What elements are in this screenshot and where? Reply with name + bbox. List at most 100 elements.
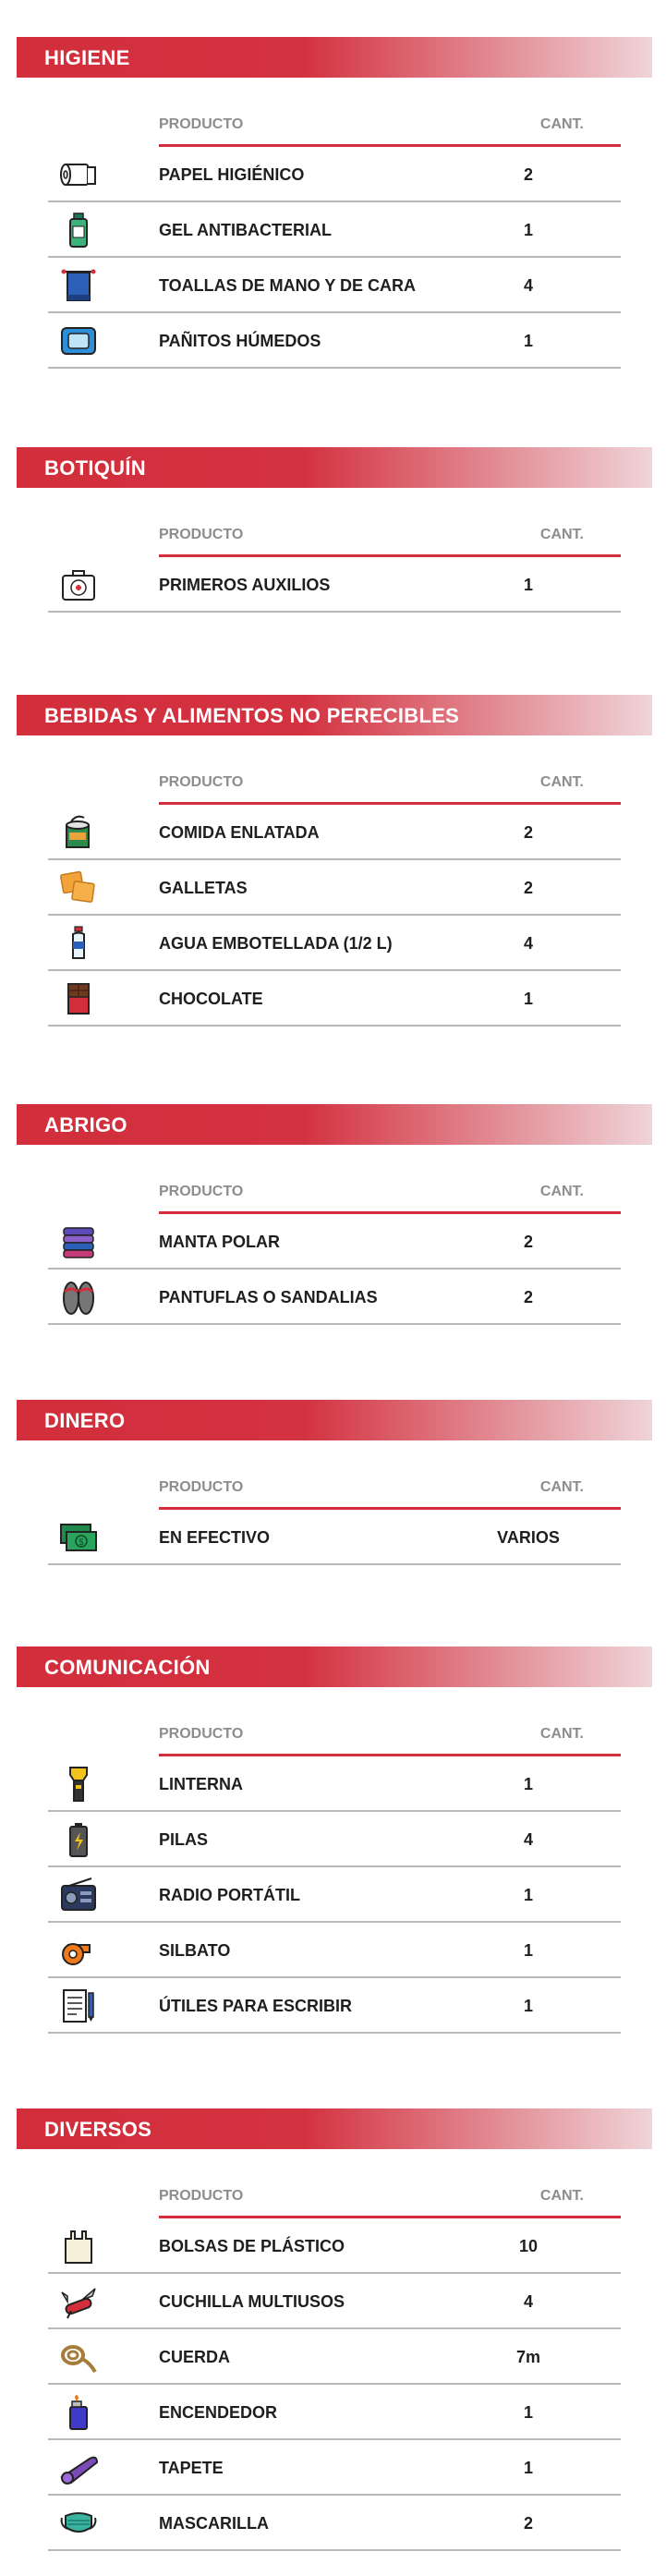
table-row: BOLSAS DE PLÁSTICO 10 [48, 2218, 621, 2274]
item-name: PAÑITOS HÚMEDOS [159, 332, 321, 350]
section-title: HIGIENE [44, 46, 130, 69]
column-header-qty: CANT. [539, 1184, 584, 1199]
table-row: MANTA POLAR 2 [48, 1214, 621, 1270]
notepad-pen-icon [58, 1987, 99, 2024]
table-row: PRIMEROS AUXILIOS 1 [48, 557, 621, 613]
toilet-paper-icon [58, 156, 99, 193]
lighter-icon [58, 2394, 99, 2431]
item-name: MANTA POLAR [159, 1233, 280, 1251]
item-name: PILAS [159, 1830, 209, 1849]
table-row: ENCENDEDOR 1 [48, 2385, 621, 2440]
item-qty: 2 [523, 823, 533, 842]
table-row: CUERDA 7m [48, 2329, 621, 2385]
section-header-bar: DINERO [17, 1400, 652, 1440]
table-row: ÚTILES PARA ESCRIBIR 1 [48, 1978, 621, 2034]
table-header: PRODUCTO CANT. [159, 1726, 621, 1756]
item-qty: 1 [523, 1941, 533, 1960]
water-bottle-icon [58, 925, 99, 962]
sandals-icon [58, 1279, 99, 1316]
item-name: LINTERNA [159, 1775, 243, 1793]
face-mask-icon [58, 2505, 99, 2542]
hand-sanitizer-icon [58, 212, 99, 249]
rope-icon [58, 2339, 99, 2376]
item-qty: 10 [518, 2237, 539, 2255]
item-qty: 2 [523, 165, 533, 184]
towel-icon [58, 267, 99, 304]
column-header-product: PRODUCTO [159, 527, 244, 542]
mat-icon [58, 2449, 99, 2486]
table-header: PRODUCTO CANT. [159, 116, 621, 147]
table-row: TAPETE 1 [48, 2440, 621, 2496]
table-row: PANTUFLAS O SANDALIAS 2 [48, 1270, 621, 1325]
item-qty: 4 [523, 276, 533, 295]
column-header-product: PRODUCTO [159, 1184, 244, 1199]
item-qty: 1 [523, 1997, 533, 2015]
item-name: GEL ANTIBACTERIAL [159, 221, 332, 239]
item-qty: 2 [523, 879, 533, 897]
table-row: PAÑITOS HÚMEDOS 1 [48, 313, 621, 369]
section-header-bar: BOTIQUÍN [17, 447, 652, 488]
table-header: PRODUCTO CANT. [159, 1479, 621, 1510]
item-name: GALLETAS [159, 879, 248, 897]
table-row: COMIDA ENLATADA 2 [48, 805, 621, 860]
item-name: ENCENDEDOR [159, 2403, 278, 2422]
table-header: PRODUCTO CANT. [159, 1184, 621, 1214]
item-name: TOALLAS DE MANO Y DE CARA [159, 276, 417, 295]
item-name: PAPEL HIGIÉNICO [159, 165, 305, 184]
item-qty: 4 [523, 934, 533, 953]
first-aid-kit-icon [58, 566, 99, 603]
chocolate-icon [58, 980, 99, 1017]
column-header-qty: CANT. [539, 774, 584, 790]
table-row: PAPEL HIGIÉNICO 2 [48, 147, 621, 202]
column-header-product: PRODUCTO [159, 774, 244, 790]
item-qty: 2 [523, 1233, 533, 1251]
section-header-bar: BEBIDAS Y ALIMENTOS NO PERECIBLES [17, 695, 652, 735]
table-row: TOALLAS DE MANO Y DE CARA 4 [48, 258, 621, 313]
table-row: RADIO PORTÁTIL 1 [48, 1867, 621, 1923]
svg-text:$: $ [79, 1537, 84, 1548]
item-qty: 1 [523, 990, 533, 1008]
column-header-product: PRODUCTO [159, 1479, 244, 1495]
item-qty: 1 [523, 576, 533, 594]
item-name: CHOCOLATE [159, 990, 263, 1008]
table-row: $ EN EFECTIVO VARIOS [48, 1510, 621, 1565]
table-row: GALLETAS 2 [48, 860, 621, 916]
table-row: CUCHILLA MULTIUSOS 4 [48, 2274, 621, 2329]
item-qty: 2 [523, 2514, 533, 2533]
item-name: SILBATO [159, 1941, 231, 1960]
table-header: PRODUCTO CANT. [159, 527, 621, 557]
section-header-bar: COMUNICACIÓN [17, 1646, 652, 1687]
item-name: RADIO PORTÁTIL [159, 1886, 300, 1904]
item-name: BOLSAS DE PLÁSTICO [159, 2237, 345, 2255]
item-name: TAPETE [159, 2459, 224, 2477]
folded-blankets-icon [58, 1223, 99, 1260]
item-qty: 1 [523, 2459, 533, 2477]
item-name: CUERDA [159, 2348, 231, 2366]
item-qty: 1 [523, 1886, 533, 1904]
item-name: PANTUFLAS O SANDALIAS [159, 1288, 378, 1306]
column-header-product: PRODUCTO [159, 1726, 244, 1742]
item-name: ÚTILES PARA ESCRIBIR [159, 1997, 353, 2015]
item-name: AGUA EMBOTELLADA (1/2 L) [159, 934, 393, 953]
item-qty: 1 [523, 1775, 533, 1793]
section-title: BEBIDAS Y ALIMENTOS NO PERECIBLES [44, 704, 460, 727]
item-qty: 4 [523, 1830, 533, 1849]
item-qty: 1 [523, 2403, 533, 2422]
table-row: PILAS 4 [48, 1812, 621, 1867]
crackers-icon [58, 869, 99, 906]
table-row: AGUA EMBOTELLADA (1/2 L) 4 [48, 916, 621, 971]
cash-icon: $ [58, 1519, 99, 1556]
plastic-bag-icon [58, 2228, 99, 2265]
multitool-knife-icon [58, 2283, 99, 2320]
column-header-product: PRODUCTO [159, 2188, 244, 2204]
item-qty: 1 [523, 221, 533, 239]
section-header-bar: HIGIENE [17, 37, 652, 78]
column-header-qty: CANT. [539, 2188, 584, 2204]
section-title: DIVERSOS [44, 2118, 152, 2141]
item-qty: 2 [523, 1288, 533, 1306]
table-row: SILBATO 1 [48, 1923, 621, 1978]
whistle-icon [58, 1932, 99, 1969]
flashlight-icon [58, 1766, 99, 1803]
table-header: PRODUCTO CANT. [159, 2188, 621, 2218]
item-name: COMIDA ENLATADA [159, 823, 320, 842]
